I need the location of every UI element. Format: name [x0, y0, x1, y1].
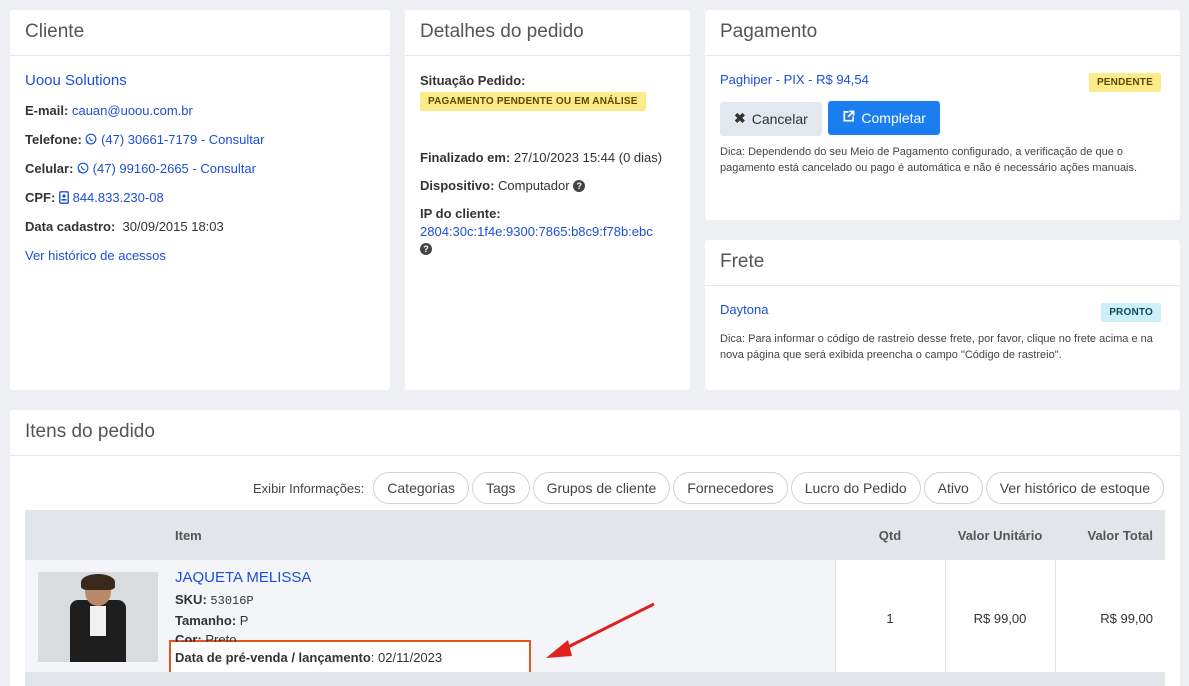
email-label: E-mail:: [25, 103, 69, 118]
frete-title: Frete: [705, 240, 1180, 286]
cpf-link[interactable]: 844.833.230-08: [73, 190, 164, 205]
exibir-label: Exibir Informações:: [253, 480, 365, 496]
help-icon[interactable]: ?: [420, 243, 432, 255]
table-footer-strip: [25, 672, 1165, 686]
pagamento-hint: Dica: Dependendo do seu Meio de Pagament…: [720, 145, 1138, 174]
complete-button[interactable]: Completar: [828, 101, 940, 135]
product-image[interactable]: [38, 572, 158, 662]
situacao-label: Situação Pedido:: [420, 73, 526, 88]
cpf-label: CPF:: [25, 190, 56, 205]
dispositivo-value: Computador: [498, 178, 570, 193]
frete-card: Frete Daytona PRONTO Dica: Para informar…: [705, 240, 1180, 390]
cancel-button-label: Cancelar: [751, 110, 808, 127]
cor-value: Preto: [205, 632, 237, 642]
cliente-name-link[interactable]: Uoou Solutions: [25, 72, 127, 89]
prevenda-label: Data de pré-venda / lançamento: [175, 650, 371, 665]
whatsapp-icon: [85, 132, 101, 147]
pagamento-status-badge: PENDENTE: [1088, 73, 1161, 92]
tamanho-value: P: [239, 613, 249, 628]
col-valor-unitario: Valor Unitário: [957, 527, 1043, 543]
telefone-link[interactable]: (47) 30661-7179 - Consultar: [101, 132, 264, 147]
tamanho-label: Tamanho: [175, 613, 232, 628]
dispositivo-label: Dispositivo:: [420, 178, 495, 193]
itens-title: Itens do pedido: [10, 410, 1180, 456]
prevenda-highlight-box: Data de pré-venda / lançamento: 02/11/20…: [169, 640, 531, 676]
pagamento-card: Pagamento Paghiper - PIX - R$ 94,54 PEND…: [705, 10, 1180, 220]
annotation-arrow-icon: [546, 602, 655, 658]
filter-historico-estoque[interactable]: Ver histórico de estoque: [985, 472, 1164, 504]
celular-link[interactable]: (47) 99160-2665 - Consultar: [93, 161, 256, 176]
telefone-label: Telefone:: [25, 132, 82, 147]
col-item: Item: [175, 527, 202, 543]
frete-hint: Dica: Para informar o código de rastreio…: [720, 333, 1153, 361]
finalizado-label: Finalizado em:: [420, 150, 511, 165]
cancel-button[interactable]: ✖ Cancelar: [720, 101, 822, 136]
sku-label: SKU: [175, 592, 203, 607]
help-icon[interactable]: ?: [573, 180, 586, 192]
cor-label: Cor: [175, 632, 198, 642]
id-card-icon: [59, 190, 73, 205]
celular-label: Celular:: [25, 161, 74, 176]
data-cadastro-value: 30/09/2015 18:03: [122, 219, 224, 234]
filter-lucro-pedido[interactable]: Lucro do Pedido: [790, 472, 921, 504]
filter-categorias[interactable]: Categorias: [373, 472, 469, 504]
email-link[interactable]: cauan@uoou.com.br: [72, 103, 193, 118]
filter-ativo[interactable]: Ativo: [923, 472, 983, 504]
ip-label: IP do cliente:: [420, 206, 501, 221]
external-link-icon: [842, 110, 855, 126]
cliente-title: Cliente: [10, 10, 390, 56]
detalhes-title: Detalhes do pedido: [405, 10, 690, 56]
col-qtd: Qtd: [878, 527, 902, 543]
product-name-link[interactable]: JAQUETA MELISSA: [175, 569, 311, 586]
cliente-card: Cliente Uoou Solutions E-mail: cauan@uoo…: [10, 10, 390, 390]
ip-link[interactable]: 2804:30c:1f4e:9300:7865:b8c9:f78b:ebc: [420, 224, 653, 239]
filter-grupos-cliente[interactable]: Grupos de cliente: [532, 472, 671, 504]
total-value: R$ 99,00: [1054, 560, 1165, 676]
exibir-filters: Exibir Informações: Categorias Tags Grup…: [253, 472, 1164, 504]
prevenda-value: 02/11/2023: [378, 650, 443, 665]
qtd-value: 1: [834, 560, 945, 676]
pagamento-title: Pagamento: [705, 10, 1180, 56]
whatsapp-icon: [77, 161, 93, 176]
data-cadastro-label: Data cadastro:: [25, 219, 116, 234]
frete-carrier-link[interactable]: Daytona: [720, 302, 768, 317]
situacao-badge: PAGAMENTO PENDENTE OU EM ANÁLISE: [420, 92, 646, 111]
complete-button-label: Completar: [861, 110, 926, 126]
historico-acessos-link[interactable]: Ver histórico de acessos: [25, 248, 166, 263]
col-valor-total: Valor Total: [1087, 527, 1154, 543]
close-icon: ✖: [734, 110, 746, 126]
unit-value: R$ 99,00: [944, 560, 1055, 676]
filter-tags[interactable]: Tags: [471, 472, 530, 504]
filter-fornecedores[interactable]: Fornecedores: [673, 472, 788, 504]
sku-value: 53016P: [210, 594, 254, 608]
pagamento-method-link[interactable]: Paghiper - PIX - R$ 94,54: [720, 72, 869, 87]
finalizado-value: 27/10/2023 15:44 (0 dias): [513, 150, 663, 165]
detalhes-card: Detalhes do pedido Situação Pedido: PAGA…: [405, 10, 690, 390]
frete-status-badge: PRONTO: [1101, 303, 1161, 322]
